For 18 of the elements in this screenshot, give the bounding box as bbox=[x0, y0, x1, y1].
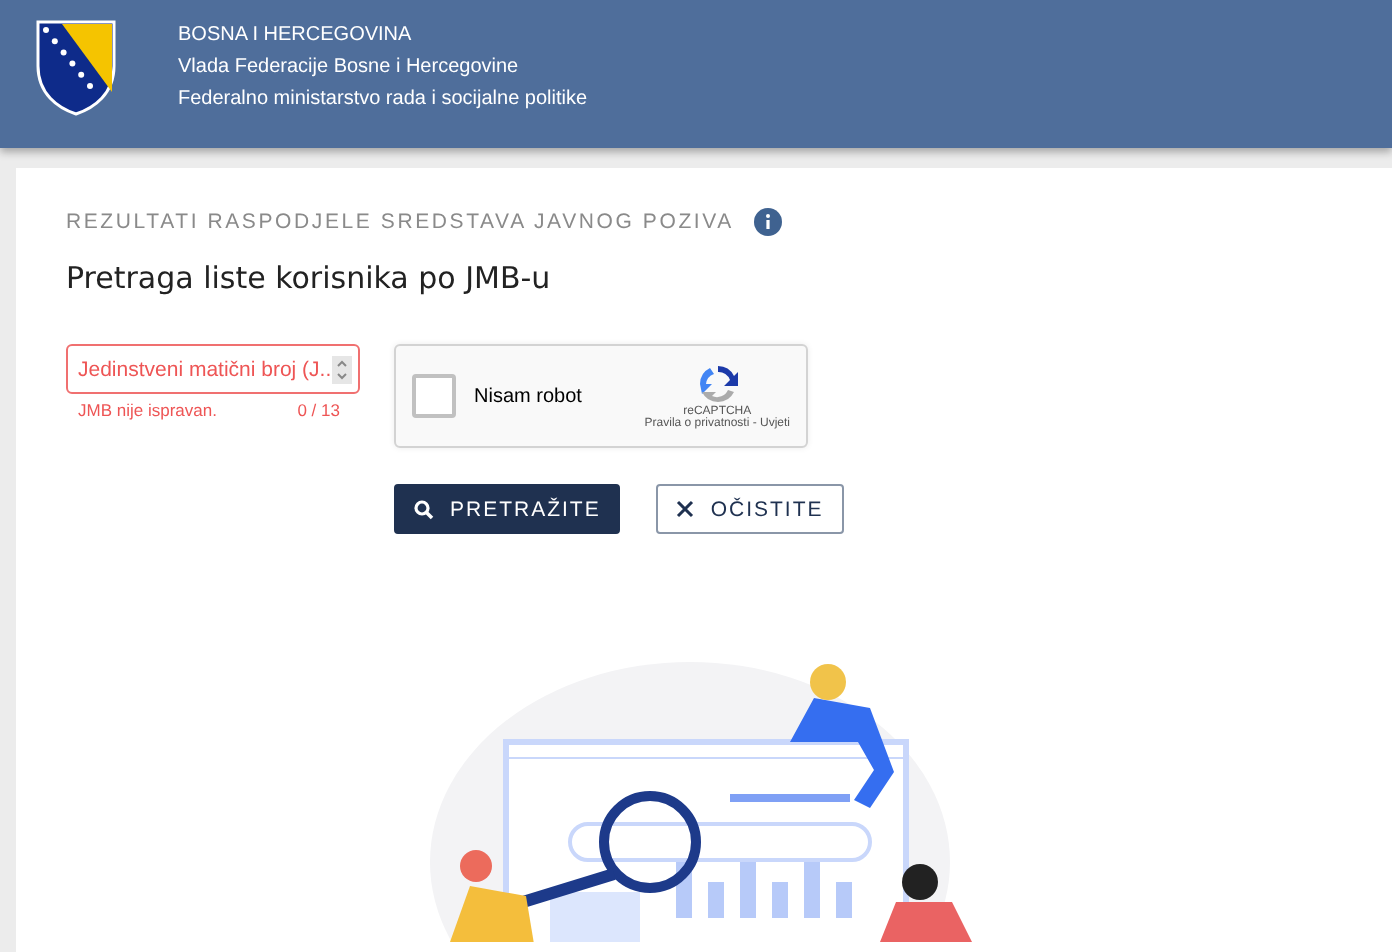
page-heading: Pretraga liste korisnika po JMB-u bbox=[66, 260, 553, 296]
close-icon bbox=[676, 500, 695, 518]
clear-button[interactable]: OČISTITE bbox=[656, 484, 844, 534]
header-text: Federalno ministarstvo rada i socijalne politike bbox=[178, 88, 588, 112]
spinner-icon[interactable] bbox=[332, 355, 352, 383]
error-message: JMB nije ispravan. bbox=[78, 400, 217, 420]
captcha-label: Nisam robot bbox=[474, 385, 584, 407]
search-button[interactable]: PRETRAŽITE bbox=[394, 484, 621, 534]
captcha-checkbox[interactable] bbox=[412, 374, 456, 418]
info-icon[interactable] bbox=[753, 208, 782, 236]
header-text: BOSNA I HERCEGOVINA bbox=[178, 24, 414, 48]
coat-of-arms-icon bbox=[34, 18, 118, 118]
section-title: REZULTATI RASPODJELE SREDSTAVA JAVNOG POZIVA bbox=[66, 210, 734, 234]
character-counter: 0 / 13 bbox=[297, 400, 340, 420]
jmb-input-field[interactable]: Jedinstveni matični broj (J... bbox=[66, 344, 360, 394]
recaptcha-logo-icon bbox=[695, 362, 740, 406]
header-text: Vlada Federacije Bosne i Hercegovine bbox=[178, 56, 521, 80]
search-icon bbox=[414, 499, 434, 519]
